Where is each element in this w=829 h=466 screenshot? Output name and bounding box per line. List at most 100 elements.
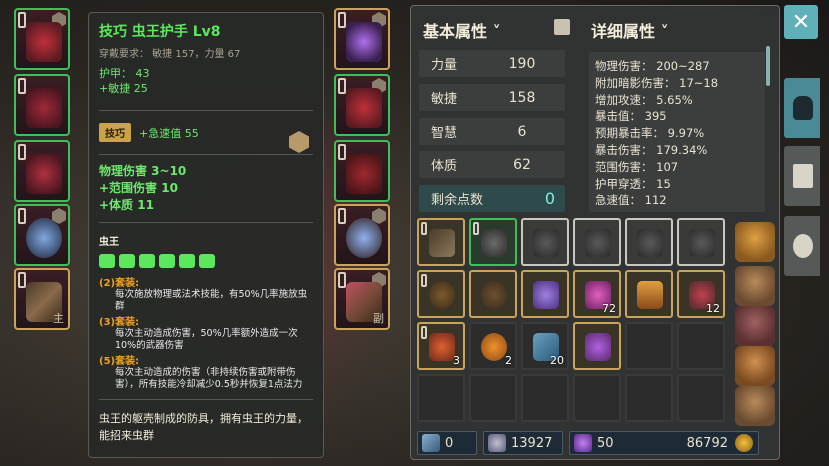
lock-icon: [338, 208, 346, 224]
scroll-icon: [637, 281, 663, 309]
inventory-slot[interactable]: [573, 322, 621, 370]
lock-icon: [421, 222, 427, 235]
inventory-slot-empty[interactable]: [469, 374, 517, 422]
inventory-slot[interactable]: 12: [677, 270, 725, 318]
gold-amount: 86792: [686, 435, 728, 451]
ring-icon: [346, 218, 382, 258]
item-count: 12: [706, 302, 720, 315]
off-hand-slot[interactable]: 副: [334, 268, 390, 330]
inventory-slot[interactable]: [469, 270, 517, 318]
inventory-slot[interactable]: [625, 270, 673, 318]
inventory-slot-empty[interactable]: [521, 374, 569, 422]
helmet-slot[interactable]: [14, 8, 70, 70]
item-count: 2: [505, 354, 512, 367]
staff-icon: [429, 229, 455, 257]
inventory-slot[interactable]: [677, 218, 725, 266]
amethyst-icon: [533, 281, 559, 309]
inventory-slot-empty[interactable]: [625, 374, 673, 422]
inventory-slot-empty[interactable]: [677, 322, 725, 370]
inventory-slot[interactable]: [625, 218, 673, 266]
set-bonus-desc: 每次施放物理或法术技能，有50%几率施放虫群: [115, 289, 308, 312]
basic-attributes-title[interactable]: 基本属性 ˅: [423, 18, 501, 42]
lock-icon: [421, 274, 427, 287]
detail-stat: 物理伤害： 200~287: [595, 59, 710, 73]
attr-wisdom: 智慧 6: [419, 118, 565, 145]
set-bonus-desc: 每次主动造成伤害，50%几率额外造成一次10%的武器伤害: [115, 328, 298, 351]
inventory-slot[interactable]: 3: [417, 322, 465, 370]
gold-coin-icon: [735, 434, 753, 452]
gloves-slot[interactable]: [334, 74, 390, 136]
main-hand-tag: 主: [53, 312, 64, 325]
inventory-slot[interactable]: [469, 218, 517, 266]
set-bonus-label: (3)套装:: [99, 317, 140, 328]
helmet-tab-icon: [793, 96, 813, 120]
inventory-slot-empty[interactable]: [417, 374, 465, 422]
tab-settings[interactable]: [784, 216, 820, 276]
set-bonus-desc: 每次主动造成的伤害（非持续伤害或附带伤害），所有技能冷却减少0.5秒并恢复1点法…: [115, 367, 303, 390]
inventory-slot-empty[interactable]: [573, 374, 621, 422]
gloves-set-icon: [139, 254, 155, 268]
bag-icon[interactable]: [735, 346, 775, 386]
inventory-slot[interactable]: 2: [469, 322, 517, 370]
detail-stat: 附加暗影伤害： 17~18: [595, 75, 719, 90]
bag-icon[interactable]: [735, 306, 775, 346]
inventory-slot[interactable]: [521, 218, 569, 266]
remaining-points: 剩余点数 0: [419, 185, 565, 212]
detail-stat: 暴击值： 395: [595, 109, 667, 124]
amulet-slot[interactable]: [334, 8, 390, 70]
ring-slot-right[interactable]: [334, 204, 390, 266]
inventory-slot-empty[interactable]: [677, 374, 725, 422]
detail-stat: 暴击伤害： 179.34%: [595, 142, 708, 157]
reset-attributes-icon[interactable]: [554, 19, 570, 35]
lock-icon: [338, 272, 346, 288]
amulet-icon: [346, 22, 382, 62]
boots-icon: [346, 154, 382, 194]
detail-attributes-title[interactable]: 详细属性 ˅: [591, 18, 669, 42]
bag-icon[interactable]: [735, 266, 775, 306]
inventory-slot[interactable]: 20: [521, 322, 569, 370]
chest-slot[interactable]: [14, 74, 70, 136]
lock-icon: [18, 208, 26, 224]
attr-strength: 力量 190: [419, 50, 565, 77]
detail-scrollbar[interactable]: [766, 46, 770, 86]
tab-equipment[interactable]: [784, 78, 820, 138]
skill-tag: 技巧: [99, 123, 131, 142]
detail-stat: 急速值： 112: [595, 193, 667, 208]
bag-icon[interactable]: [735, 222, 775, 262]
main-hand-slot[interactable]: 主: [14, 268, 70, 330]
close-button[interactable]: ✕: [784, 5, 818, 39]
gem-currency: 13927: [483, 431, 563, 455]
tab-skills[interactable]: [784, 146, 820, 206]
detail-stats-list[interactable]: 物理伤害： 200~287 附加暗影伤害： 17~18 增加攻速： 5.65% …: [589, 52, 765, 212]
ring-set-icon: [159, 254, 175, 268]
base-stat: +敏捷 25: [99, 82, 148, 95]
sub-stat: +体质 11: [99, 198, 154, 212]
legs-slot[interactable]: [14, 140, 70, 202]
crystal-icon: [574, 434, 592, 452]
flavor-text: 虫王的躯壳制成的防具，拥有虫王的力量，能招来虫群: [99, 412, 308, 442]
boots-slot[interactable]: [334, 140, 390, 202]
helmet-icon: [26, 22, 62, 62]
bag-icon[interactable]: [735, 386, 775, 426]
detail-stat: 范围伤害： 107: [595, 159, 679, 174]
lock-icon: [473, 222, 479, 235]
gem-icon: [488, 434, 506, 452]
inventory-slot[interactable]: [573, 218, 621, 266]
lock-icon: [338, 12, 346, 28]
item-requirement: 穿戴要求： 敏捷 157，力量 67: [99, 49, 241, 60]
item-tooltip: 技巧 虫王护手 Lv8 穿戴要求： 敏捷 157，力量 67 护甲： 43 +敏…: [88, 12, 324, 458]
potion-icon: [585, 333, 611, 361]
legs-set-icon: [179, 254, 195, 268]
currency-bar: 0 13927 50 86792: [417, 431, 773, 455]
ring-slot-left[interactable]: [14, 204, 70, 266]
lock-icon: [338, 78, 346, 94]
inventory-slot[interactable]: 72: [573, 270, 621, 318]
inventory-slot[interactable]: [521, 270, 569, 318]
inventory-slot[interactable]: [417, 270, 465, 318]
key-currency: 0: [417, 431, 477, 455]
ring-icon: [481, 281, 507, 309]
inventory-slot[interactable]: [417, 218, 465, 266]
set-bonus-label: (5)套装:: [99, 356, 140, 367]
inventory-slot-empty[interactable]: [625, 322, 673, 370]
chest-armor-icon: [26, 88, 62, 128]
